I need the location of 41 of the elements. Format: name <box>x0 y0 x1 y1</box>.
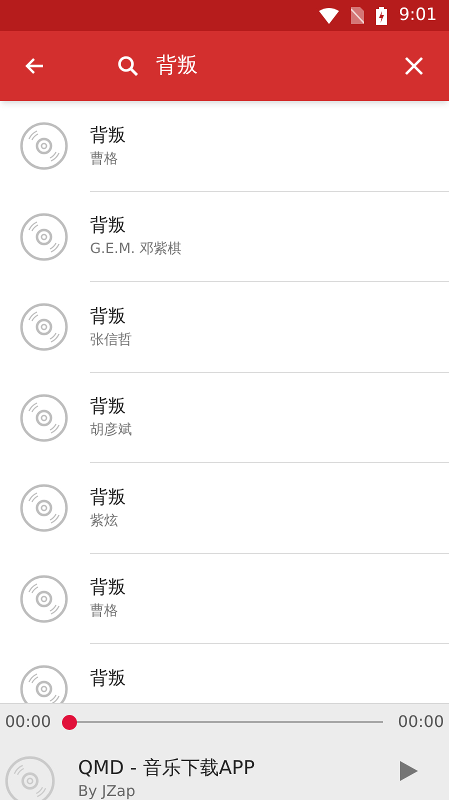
song-title: 背叛 <box>90 124 127 148</box>
disc-icon <box>20 122 68 170</box>
duration-time: 00:00 <box>398 711 445 733</box>
disc-icon <box>20 394 68 442</box>
song-row[interactable]: 背叛 胡彦斌 <box>0 372 449 463</box>
song-title: 背叛 <box>90 667 127 692</box>
disc-icon <box>20 303 68 352</box>
disc-icon <box>20 484 68 532</box>
artist-name: 胡彦斌 <box>90 421 133 440</box>
wifi-icon <box>318 8 339 24</box>
song-title: 背叛 <box>90 395 127 420</box>
seek-thumb[interactable] <box>62 714 77 730</box>
song-row[interactable]: 背叛 紫炫 <box>0 463 449 554</box>
track-subtitle: By JZap <box>78 781 136 800</box>
clock: 9:01 <box>398 4 437 27</box>
song-title: 背叛 <box>90 486 127 510</box>
artist-name: 曹格 <box>90 602 119 622</box>
seek-bar[interactable] <box>62 714 383 730</box>
disc-icon <box>20 212 68 261</box>
song-row[interactable]: 背叛 曹格 <box>0 554 449 644</box>
disc-icon <box>20 574 68 623</box>
elapsed-time: 00:00 <box>4 711 52 733</box>
no-sim-icon <box>350 7 364 24</box>
artist-name: G.E.M. 邓紫棋 <box>90 240 183 260</box>
song-row[interactable]: 背叛 G.E.M. 邓紫棋 <box>0 192 449 282</box>
song-title: 背叛 <box>90 214 127 238</box>
song-row[interactable]: 背叛 曹格 <box>0 101 449 192</box>
artist-name: 曹格 <box>90 150 119 169</box>
close-icon <box>403 55 425 77</box>
song-row[interactable]: 背叛 <box>0 644 449 703</box>
track-title: QMD - 音乐下载APP <box>78 756 256 780</box>
song-title: 背叛 <box>90 304 127 329</box>
play-icon <box>399 760 419 782</box>
battery-charging-icon <box>376 6 387 24</box>
song-row[interactable]: 背叛 张信哲 <box>0 282 449 372</box>
search-icon <box>116 54 140 78</box>
artist-name: 张信哲 <box>90 330 133 350</box>
song-title: 背叛 <box>90 576 127 600</box>
play-button[interactable] <box>399 760 419 782</box>
search-field[interactable]: 背叛 <box>116 44 384 88</box>
artist-name: 紫炫 <box>90 512 119 531</box>
